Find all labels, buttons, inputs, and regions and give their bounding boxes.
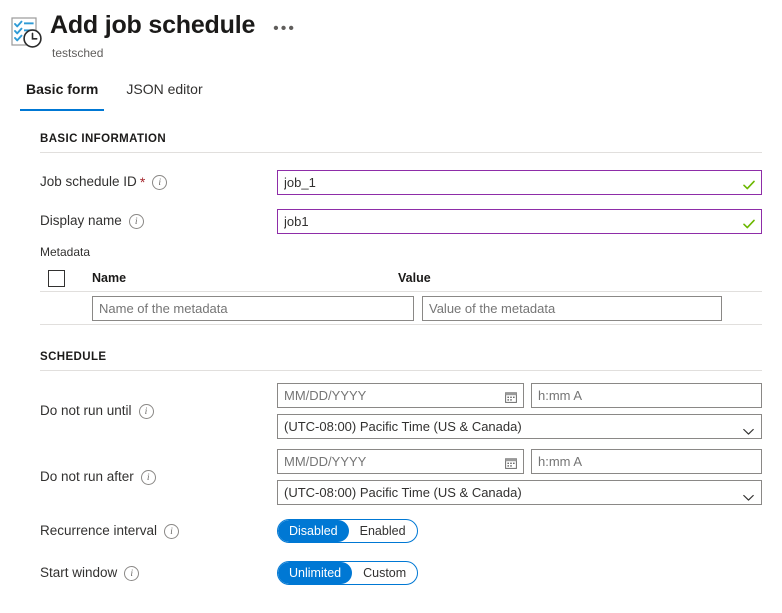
field-control-recurrence-interval: Disabled Enabled (277, 519, 762, 543)
field-start-window: Start window i Unlimited Custom (40, 556, 762, 590)
do-not-run-until-time-input[interactable] (531, 383, 762, 408)
blade-title-line: Add job schedule ••• (50, 10, 300, 43)
field-label-display-name: Display name i (40, 212, 277, 230)
field-control-do-not-run-until: (UTC-08:00) Pacific Time (US & Canada) (277, 383, 762, 439)
field-control-start-window: Unlimited Custom (277, 561, 762, 585)
more-options-button[interactable]: ••• (269, 21, 300, 43)
field-display-name: Display name i (40, 204, 762, 238)
field-label-do-not-run-until: Do not run until i (40, 402, 277, 420)
field-control-display-name (277, 208, 762, 234)
required-marker: * (139, 174, 146, 190)
metadata-block: Metadata Name Value (40, 245, 762, 325)
blade-title-block: Add job schedule ••• testsched (50, 10, 300, 61)
form-body: BASIC INFORMATION Job schedule ID * i Di… (0, 133, 782, 590)
metadata-value-input[interactable] (422, 295, 722, 321)
start-window-option-unlimited[interactable]: Unlimited (278, 562, 353, 584)
field-do-not-run-after: Do not run after i MM/DD/YYYY h:mm A (UT… (40, 449, 762, 505)
do-not-run-after-date-time-line (277, 449, 762, 474)
metadata-label: Metadata (40, 245, 91, 259)
info-icon[interactable]: i (140, 469, 156, 485)
info-icon[interactable]: i (164, 523, 180, 539)
do-not-run-after-timezone-select[interactable]: (UTC-08:00) Pacific Time (US & Canada) (277, 480, 762, 505)
metadata-table-header: Name Value (40, 265, 762, 292)
job-schedule-id-input[interactable] (277, 169, 762, 195)
section-header-schedule: SCHEDULE (40, 351, 762, 371)
recurrence-interval-toggle[interactable]: Disabled Enabled (277, 519, 418, 543)
tab-basic-form[interactable]: Basic form (18, 79, 106, 111)
metadata-cell-name (65, 295, 414, 321)
do-not-run-until-timezone-value: (UTC-08:00) Pacific Time (US & Canada) (284, 419, 522, 434)
start-window-toggle[interactable]: Unlimited Custom (277, 561, 419, 585)
tab-basic-form-label: Basic form (26, 81, 99, 97)
field-control-do-not-run-after: (UTC-08:00) Pacific Time (US & Canada) (277, 449, 762, 505)
field-control-job-schedule-id (277, 169, 762, 195)
chevron-down-icon (743, 489, 754, 501)
info-icon[interactable]: i (152, 174, 168, 190)
do-not-run-until-date-time-line (277, 383, 762, 408)
job-schedule-id-label-text: Job schedule ID (40, 174, 137, 189)
field-job-schedule-id: Job schedule ID * i (40, 165, 762, 199)
recurrence-interval-option-disabled[interactable]: Disabled (278, 520, 349, 542)
do-not-run-until-date-field (277, 383, 524, 408)
field-recurrence-interval: Recurrence interval i Disabled Enabled (40, 514, 762, 548)
metadata-name-input[interactable] (92, 295, 414, 321)
display-name-label-text: Display name (40, 213, 122, 228)
blade-title-row: Add job schedule ••• testsched (0, 10, 782, 61)
info-icon[interactable]: i (124, 565, 140, 581)
recurrence-interval-label-text: Recurrence interval (40, 523, 158, 538)
tab-json-editor[interactable]: JSON editor (118, 79, 210, 111)
do-not-run-after-date-field (277, 449, 524, 474)
field-label-job-schedule-id: Job schedule ID * i (40, 173, 277, 191)
do-not-run-after-time-field (531, 449, 762, 474)
metadata-cell-value (414, 295, 762, 321)
recurrence-interval-option-enabled[interactable]: Enabled (349, 520, 417, 542)
field-label-recurrence-interval: Recurrence interval i (40, 522, 277, 540)
job-schedule-id-input-wrap (277, 169, 762, 195)
page-title: Add job schedule (50, 11, 256, 39)
info-icon[interactable]: i (128, 213, 144, 229)
field-label-do-not-run-after: Do not run after i (40, 468, 277, 486)
do-not-run-after-date-input[interactable] (277, 449, 524, 474)
blade-subtitle: testsched (52, 46, 104, 60)
do-not-run-until-date-input[interactable] (277, 383, 524, 408)
do-not-run-until-label-text: Do not run until (40, 403, 132, 418)
section-header-basic-information: BASIC INFORMATION (40, 133, 762, 153)
do-not-run-until-controls: (UTC-08:00) Pacific Time (US & Canada) (277, 383, 762, 439)
do-not-run-after-controls: (UTC-08:00) Pacific Time (US & Canada) (277, 449, 762, 505)
field-label-start-window: Start window i (40, 564, 277, 582)
display-name-input-wrap (277, 208, 762, 234)
start-window-label-text: Start window (40, 565, 118, 580)
chevron-down-icon (743, 423, 754, 435)
field-do-not-run-until: Do not run until i MM/DD/YYYY h:mm A (UT… (40, 383, 762, 439)
do-not-run-after-time-input[interactable] (531, 449, 762, 474)
tab-list: Basic form JSON editor (0, 79, 782, 111)
start-window-option-custom[interactable]: Custom (352, 562, 417, 584)
blade-header: Add job schedule ••• testsched Basic for… (0, 0, 782, 111)
metadata-column-name: Name (92, 271, 127, 285)
do-not-run-until-timezone-select[interactable]: (UTC-08:00) Pacific Time (US & Canada) (277, 414, 762, 439)
section-schedule: SCHEDULE Do not run until i MM/DD/YYYY h… (40, 351, 762, 590)
do-not-run-until-time-field (531, 383, 762, 408)
do-not-run-after-label-text: Do not run after (40, 469, 134, 484)
metadata-select-all-checkbox[interactable] (48, 269, 65, 287)
tab-json-editor-label: JSON editor (126, 81, 203, 97)
info-icon[interactable]: i (138, 403, 154, 419)
table-row (40, 292, 762, 325)
display-name-input[interactable] (277, 208, 762, 234)
metadata-column-value: Value (398, 271, 431, 285)
do-not-run-after-timezone-value: (UTC-08:00) Pacific Time (US & Canada) (284, 485, 522, 500)
job-schedule-icon (10, 16, 44, 50)
